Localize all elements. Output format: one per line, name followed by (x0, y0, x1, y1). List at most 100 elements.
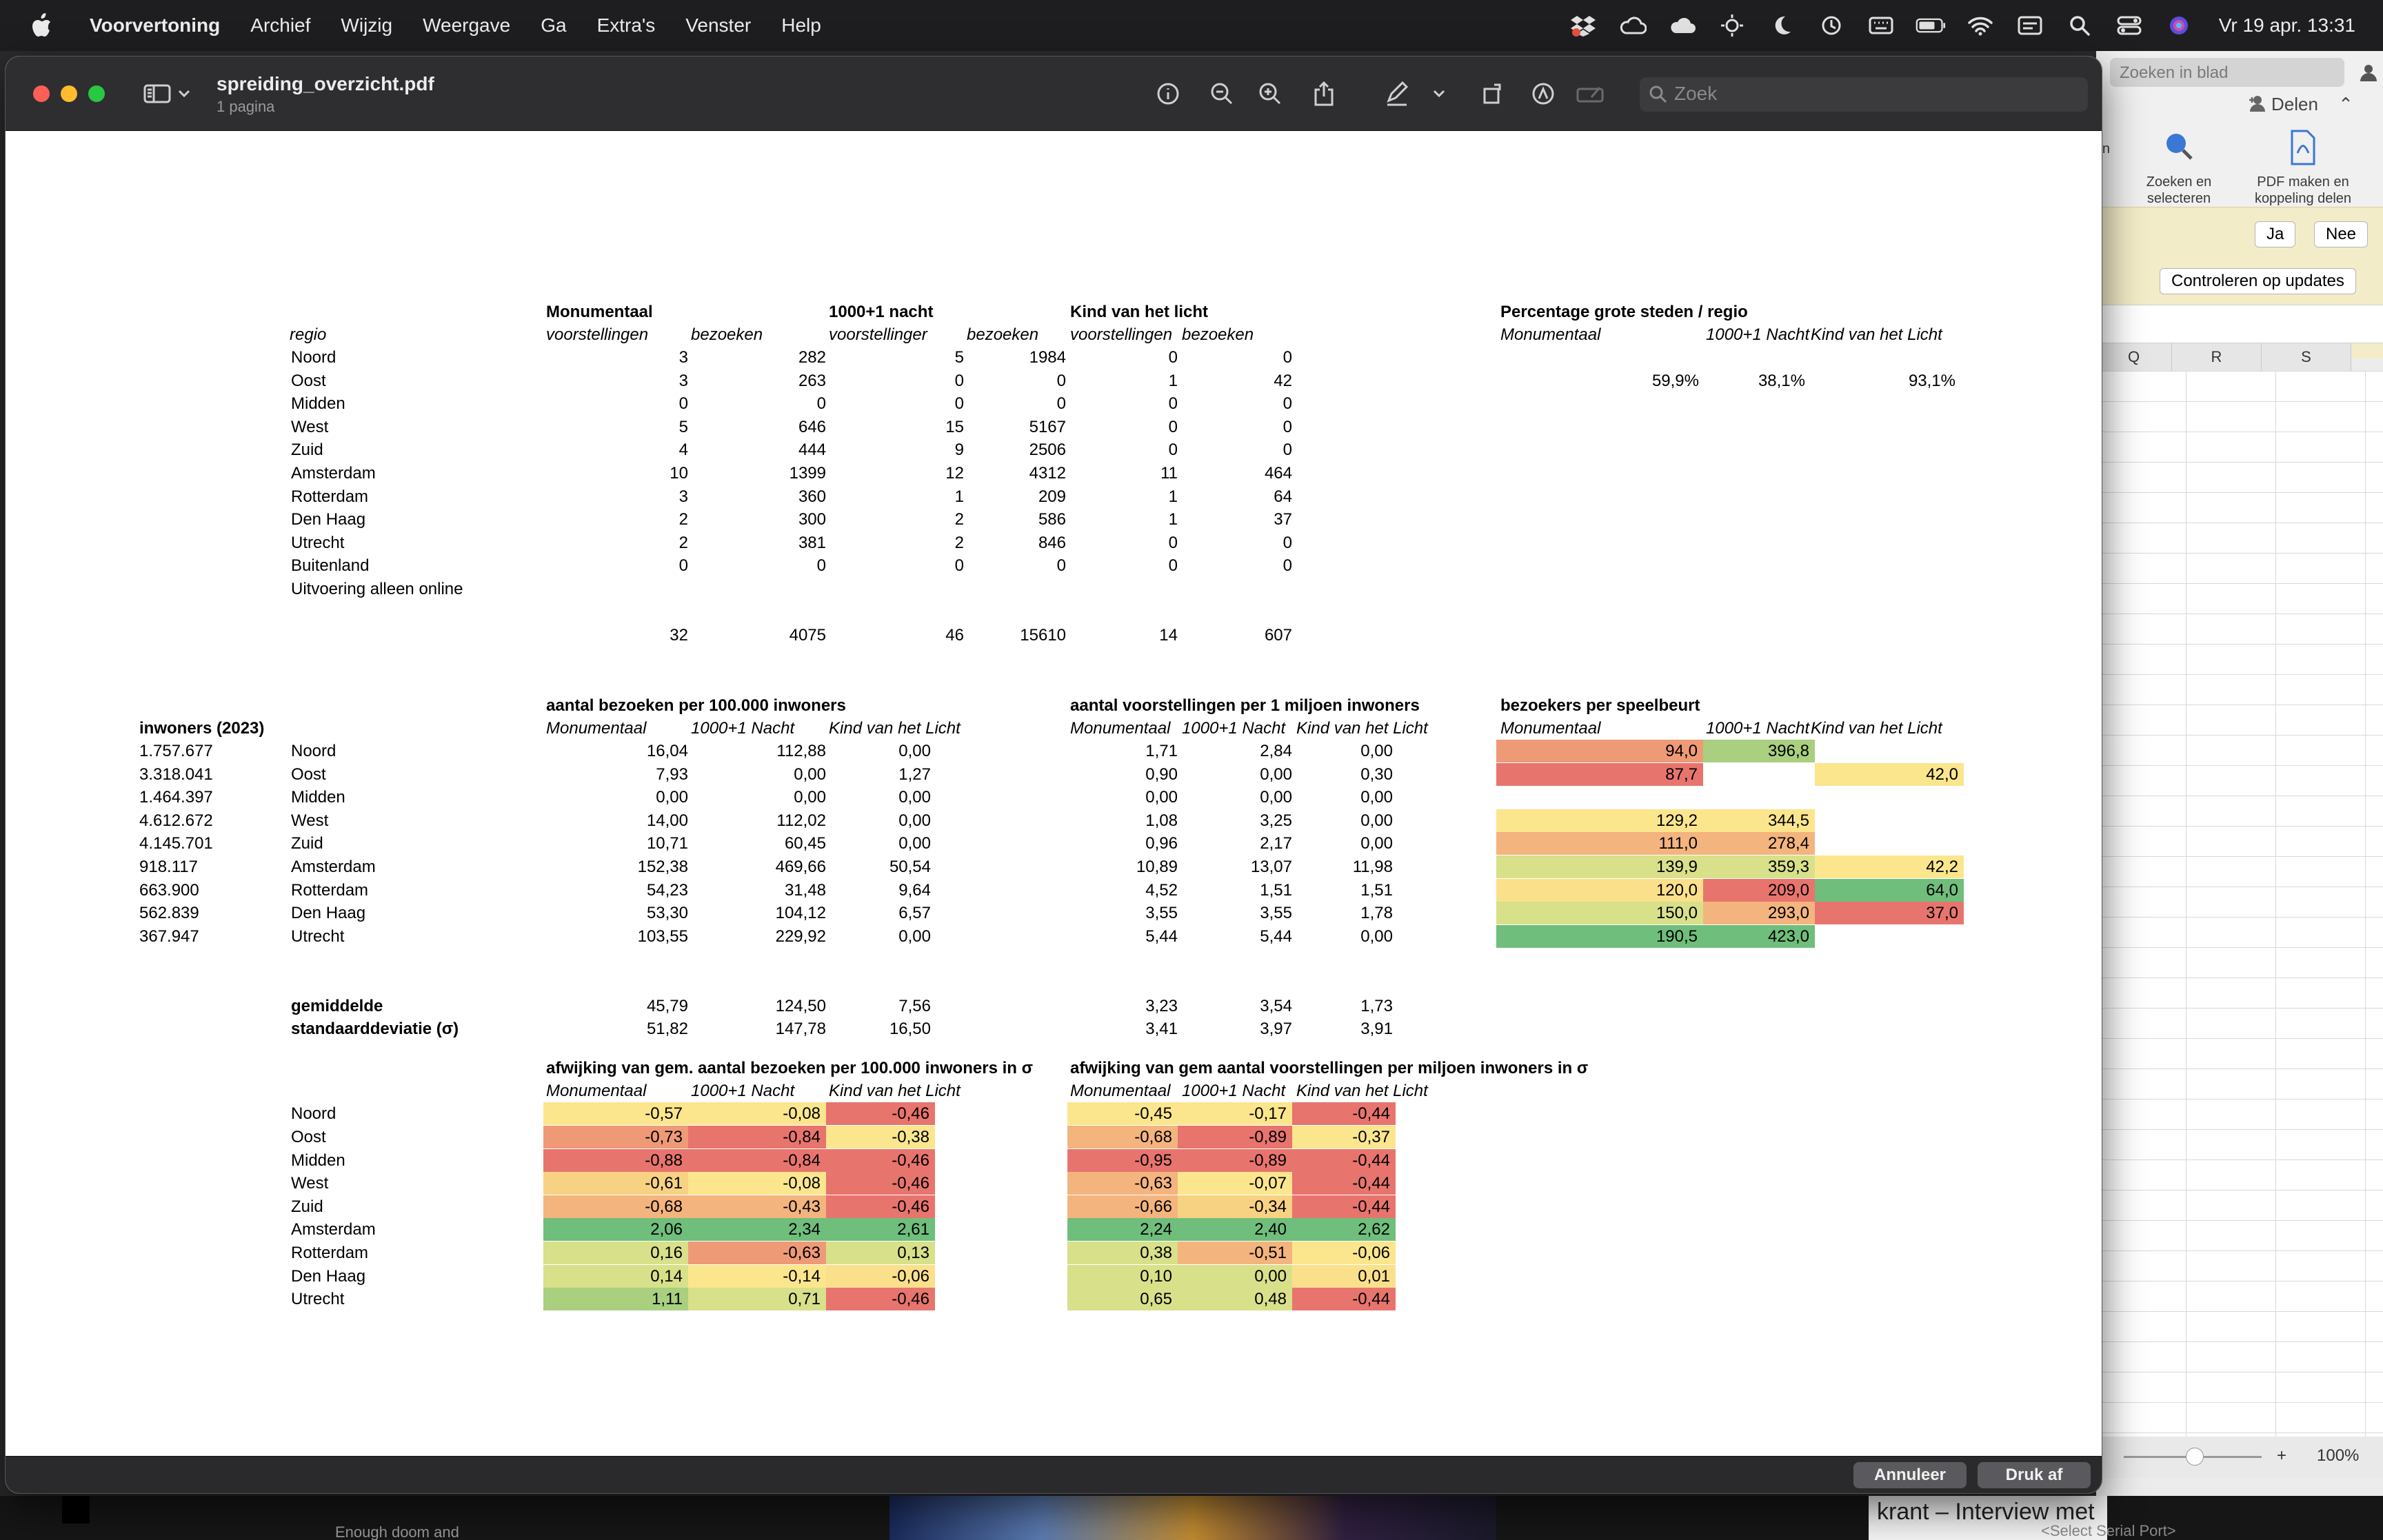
minimize-window-button[interactable] (61, 85, 77, 102)
battery-icon[interactable] (1916, 12, 1946, 39)
rotate-icon[interactable] (1478, 79, 1509, 109)
check-updates-button[interactable]: Controleren op updates (2160, 268, 2356, 294)
dropbox-icon[interactable] (1568, 12, 1598, 39)
deviation-bezoeken-cell: -0,88 (543, 1148, 688, 1172)
table-cell: 1 (1168, 510, 1178, 529)
markup-pen-icon[interactable] (1382, 79, 1412, 109)
chevron-down-icon[interactable] (174, 79, 194, 109)
form-fill-icon[interactable] (1575, 79, 1605, 109)
bezoeken-cell: 0,00 (794, 788, 826, 807)
bezoeken-cell: 54,23 (646, 880, 688, 900)
inwoners-value: 562.839 (139, 904, 199, 923)
menu-extras[interactable]: Extra's (597, 14, 656, 37)
speelbeurt-cell: 64,0 (1815, 878, 1964, 902)
total-cell: 15610 (1020, 626, 1066, 645)
speelbeurt-cell (1703, 786, 1815, 809)
magnifier-icon (2158, 127, 2200, 168)
status-area: Vr 19 apr. 13:31 (1568, 0, 2355, 51)
text-input-menu-icon[interactable] (2015, 12, 2045, 39)
wifi-icon[interactable] (1965, 12, 1995, 39)
menu-venster[interactable]: Venster (685, 14, 751, 37)
table-cell: 2506 (1029, 440, 1066, 460)
menu-wijzig[interactable]: Wijzig (341, 14, 392, 37)
speelbeurt-cell: 359,3 (1703, 855, 1815, 878)
zoom-slider-knob[interactable] (2186, 1448, 2204, 1466)
zoom-out-icon[interactable] (1207, 79, 1237, 109)
excel-pdf-share-button[interactable]: PDF maken en koppeling delen (2244, 127, 2362, 207)
creative-cloud-icon[interactable] (1667, 12, 1698, 39)
excel-formula-bar[interactable] (2096, 305, 2383, 343)
menu-help[interactable]: Help (781, 14, 821, 37)
speelbeurt-cell (1815, 740, 1964, 762)
excel-share-button[interactable]: Delen ⌃ (2248, 94, 2353, 117)
siri-icon[interactable] (2164, 12, 2194, 39)
table-cell: 2 (678, 533, 688, 552)
deviation-bezoeken-col-header: Monumentaal (546, 1082, 647, 1101)
stddev-cell: 3,97 (1260, 1020, 1292, 1039)
excel-cell-grid[interactable] (2096, 371, 2383, 1446)
time-machine-icon[interactable] (1816, 12, 1847, 39)
table-cell: 5 (678, 417, 688, 436)
zoom-in-icon[interactable] (1255, 79, 1285, 109)
column-header-s[interactable]: S (2262, 343, 2351, 371)
bezoeken-cell: 60,45 (784, 834, 826, 853)
column-header-r[interactable]: R (2172, 343, 2262, 371)
menu-app-name[interactable]: Voorvertoning (90, 14, 220, 37)
region-label: Rotterdam (291, 487, 369, 506)
markup-chevron-icon[interactable] (1429, 79, 1449, 109)
cloud-sync-icon[interactable] (1618, 12, 1648, 39)
speelbeurt-cell: 293,0 (1703, 902, 1815, 925)
region-label: Uitvoering alleen online (291, 580, 463, 598)
total-cell: 607 (1264, 626, 1292, 645)
menubar-clock[interactable]: Vr 19 apr. 13:31 (2219, 14, 2355, 37)
speelbeurt-cell (1815, 786, 1964, 809)
zoom-in-icon[interactable]: + (2277, 1446, 2286, 1466)
bezoeken-cell: 0,00 (898, 926, 931, 946)
cancel-button[interactable]: Annuleer (1853, 1462, 1967, 1488)
pct-header: 1000+1 Nacht (1706, 325, 1810, 344)
region-label: Oost (291, 371, 326, 390)
excel-find-select-button[interactable]: Zoeken en selecteren (2120, 127, 2238, 207)
moon-icon[interactable] (1767, 12, 1797, 39)
spotlight-search-icon[interactable] (2064, 12, 2095, 39)
no-button[interactable]: Nee (2314, 221, 2369, 247)
voorstellingen-cell: 1,51 (1260, 880, 1292, 900)
speelbeurt-cell (1496, 786, 1703, 809)
menu-archief[interactable]: Archief (250, 14, 310, 37)
deviation-bezoeken-cell: -0,63 (688, 1242, 826, 1264)
average-cell: 45,79 (646, 996, 688, 1015)
zoom-window-button[interactable] (88, 85, 105, 102)
region-label: Noord (291, 742, 336, 760)
voorstellingen-cell: 0,00 (1360, 811, 1393, 830)
table-cell: 11 (1160, 464, 1178, 483)
deviation-bezoeken-cell: -0,46 (826, 1148, 935, 1172)
info-icon[interactable] (1153, 79, 1183, 109)
sidebar-toggle-icon[interactable] (142, 79, 172, 109)
table-cell: 0 (1056, 371, 1066, 390)
bezoeken-cell: 0,00 (656, 788, 688, 807)
close-window-button[interactable] (33, 85, 50, 102)
column-header-q[interactable]: Q (2096, 343, 2172, 371)
excel-search-field[interactable]: Zoeken in blad (2110, 58, 2344, 87)
apple-menu-icon[interactable] (25, 12, 59, 39)
document-search-field[interactable]: Zoek (1640, 77, 2088, 112)
table-cell: 0 (1283, 348, 1292, 367)
annotate-icon[interactable] (1528, 79, 1558, 109)
window-toolbar: spreiding_overzicht.pdf 1 pagina Zoek (6, 57, 2102, 131)
brightness-icon[interactable] (1717, 12, 1747, 39)
table-cell: 3 (678, 487, 688, 506)
deviation-bezoeken-cell: 2,61 (826, 1218, 935, 1242)
table-cell: 4 (678, 440, 688, 460)
control-center-icon[interactable] (2114, 12, 2144, 39)
region-label: Zuid (291, 440, 323, 460)
menu-ga[interactable]: Ga (541, 14, 566, 37)
yes-button[interactable]: Ja (2255, 221, 2296, 247)
person-icon[interactable] (2358, 62, 2379, 86)
print-button[interactable]: Druk af (1978, 1462, 2091, 1488)
keyboard-icon[interactable] (1866, 12, 1896, 39)
deviation-voorstellingen-cell: -0,68 (1067, 1126, 1178, 1148)
deviation-voorstellingen-cell: 0,65 (1067, 1288, 1178, 1311)
menu-weergave[interactable]: Weergave (423, 14, 510, 37)
table-cell: 4312 (1029, 464, 1066, 483)
share-icon[interactable] (1309, 79, 1339, 109)
